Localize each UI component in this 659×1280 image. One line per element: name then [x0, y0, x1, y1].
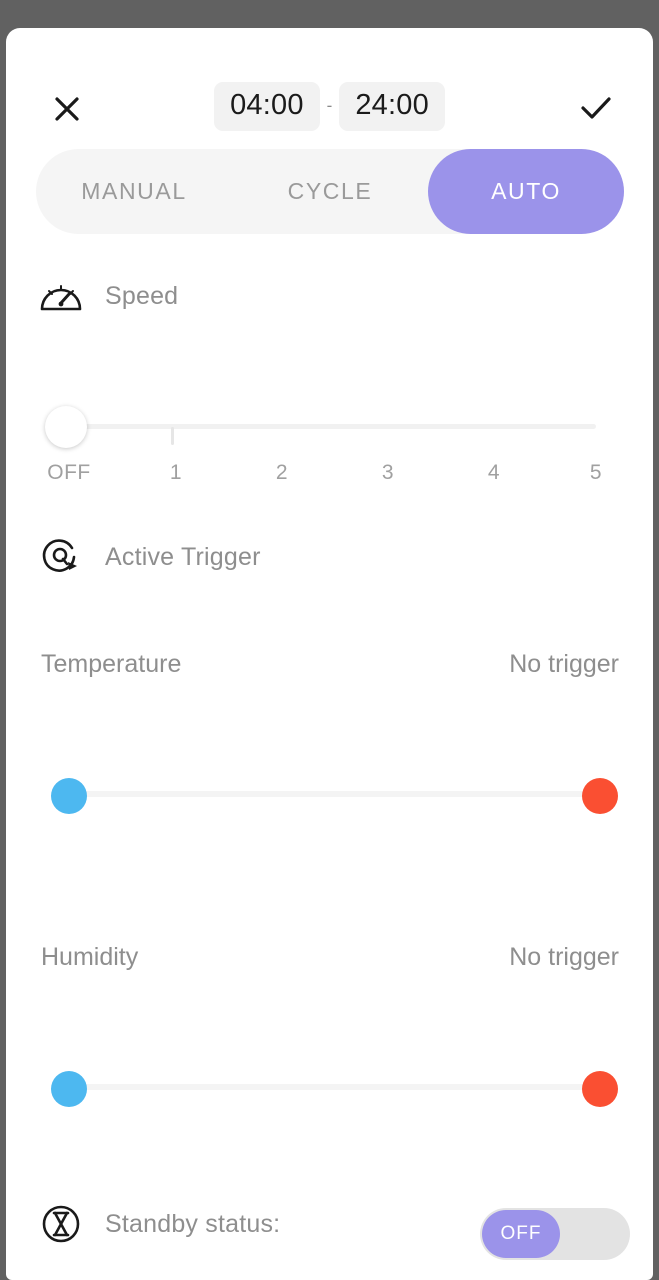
humidity-max-handle[interactable]: [582, 1071, 618, 1107]
standby-status-label: Standby status:: [105, 1209, 281, 1238]
speed-slider-thumb[interactable]: [45, 406, 87, 448]
speed-tick-5: 5: [589, 461, 603, 484]
speed-tick-4: 4: [487, 461, 501, 484]
standby-status-toggle[interactable]: OFF: [480, 1208, 630, 1260]
temperature-row: Temperature No trigger: [41, 650, 619, 679]
confirm-button[interactable]: [571, 84, 621, 134]
standby-section-header: Standby status:: [39, 1202, 280, 1246]
schedule-settings-dialog: 04:00 - 24:00 MANUAL CYCLE AUTO Speed OF…: [6, 28, 653, 1280]
dialog-header: 04:00 - 24:00: [6, 28, 653, 133]
tab-auto[interactable]: AUTO: [428, 149, 624, 234]
temperature-value: No trigger: [509, 650, 619, 678]
check-icon: [579, 94, 613, 124]
temperature-min-handle[interactable]: [51, 778, 87, 814]
trigger-refresh-icon: [39, 535, 83, 579]
speed-tick-labels: OFF 1 2 3 4 5: [6, 461, 653, 491]
humidity-range-track[interactable]: [69, 1084, 596, 1090]
active-trigger-label: Active Trigger: [105, 542, 261, 571]
speed-slider-track[interactable]: [69, 424, 596, 429]
humidity-min-handle[interactable]: [51, 1071, 87, 1107]
hourglass-icon: [39, 1202, 83, 1246]
speed-slider[interactable]: OFF 1 2 3 4 5: [6, 380, 653, 490]
temperature-label: Temperature: [41, 650, 182, 678]
mode-tab-bar: MANUAL CYCLE AUTO: [36, 149, 624, 234]
tab-manual[interactable]: MANUAL: [36, 149, 232, 234]
start-time-field[interactable]: 04:00: [214, 82, 320, 131]
speed-section-header: Speed: [39, 278, 178, 314]
tab-cycle[interactable]: CYCLE: [232, 149, 428, 234]
active-trigger-section-header: Active Trigger: [39, 535, 261, 579]
speed-slider-step-mark: [171, 427, 174, 445]
temperature-range-slider[interactable]: [6, 768, 653, 820]
humidity-value: No trigger: [509, 943, 619, 971]
speed-tick-off: OFF: [47, 461, 91, 484]
time-range-group: 04:00 - 24:00: [6, 82, 653, 131]
speed-tick-2: 2: [275, 461, 289, 484]
humidity-label: Humidity: [41, 943, 139, 971]
humidity-range-slider[interactable]: [6, 1061, 653, 1113]
speed-tick-1: 1: [169, 461, 183, 484]
time-range-separator: -: [326, 95, 333, 115]
temperature-range-track[interactable]: [69, 791, 596, 797]
speedometer-icon: [39, 278, 83, 314]
end-time-field[interactable]: 24:00: [339, 82, 445, 131]
speed-tick-3: 3: [381, 461, 395, 484]
temperature-max-handle[interactable]: [582, 778, 618, 814]
standby-toggle-knob[interactable]: OFF: [482, 1210, 560, 1258]
speed-label: Speed: [105, 281, 179, 310]
humidity-row: Humidity No trigger: [41, 943, 619, 972]
